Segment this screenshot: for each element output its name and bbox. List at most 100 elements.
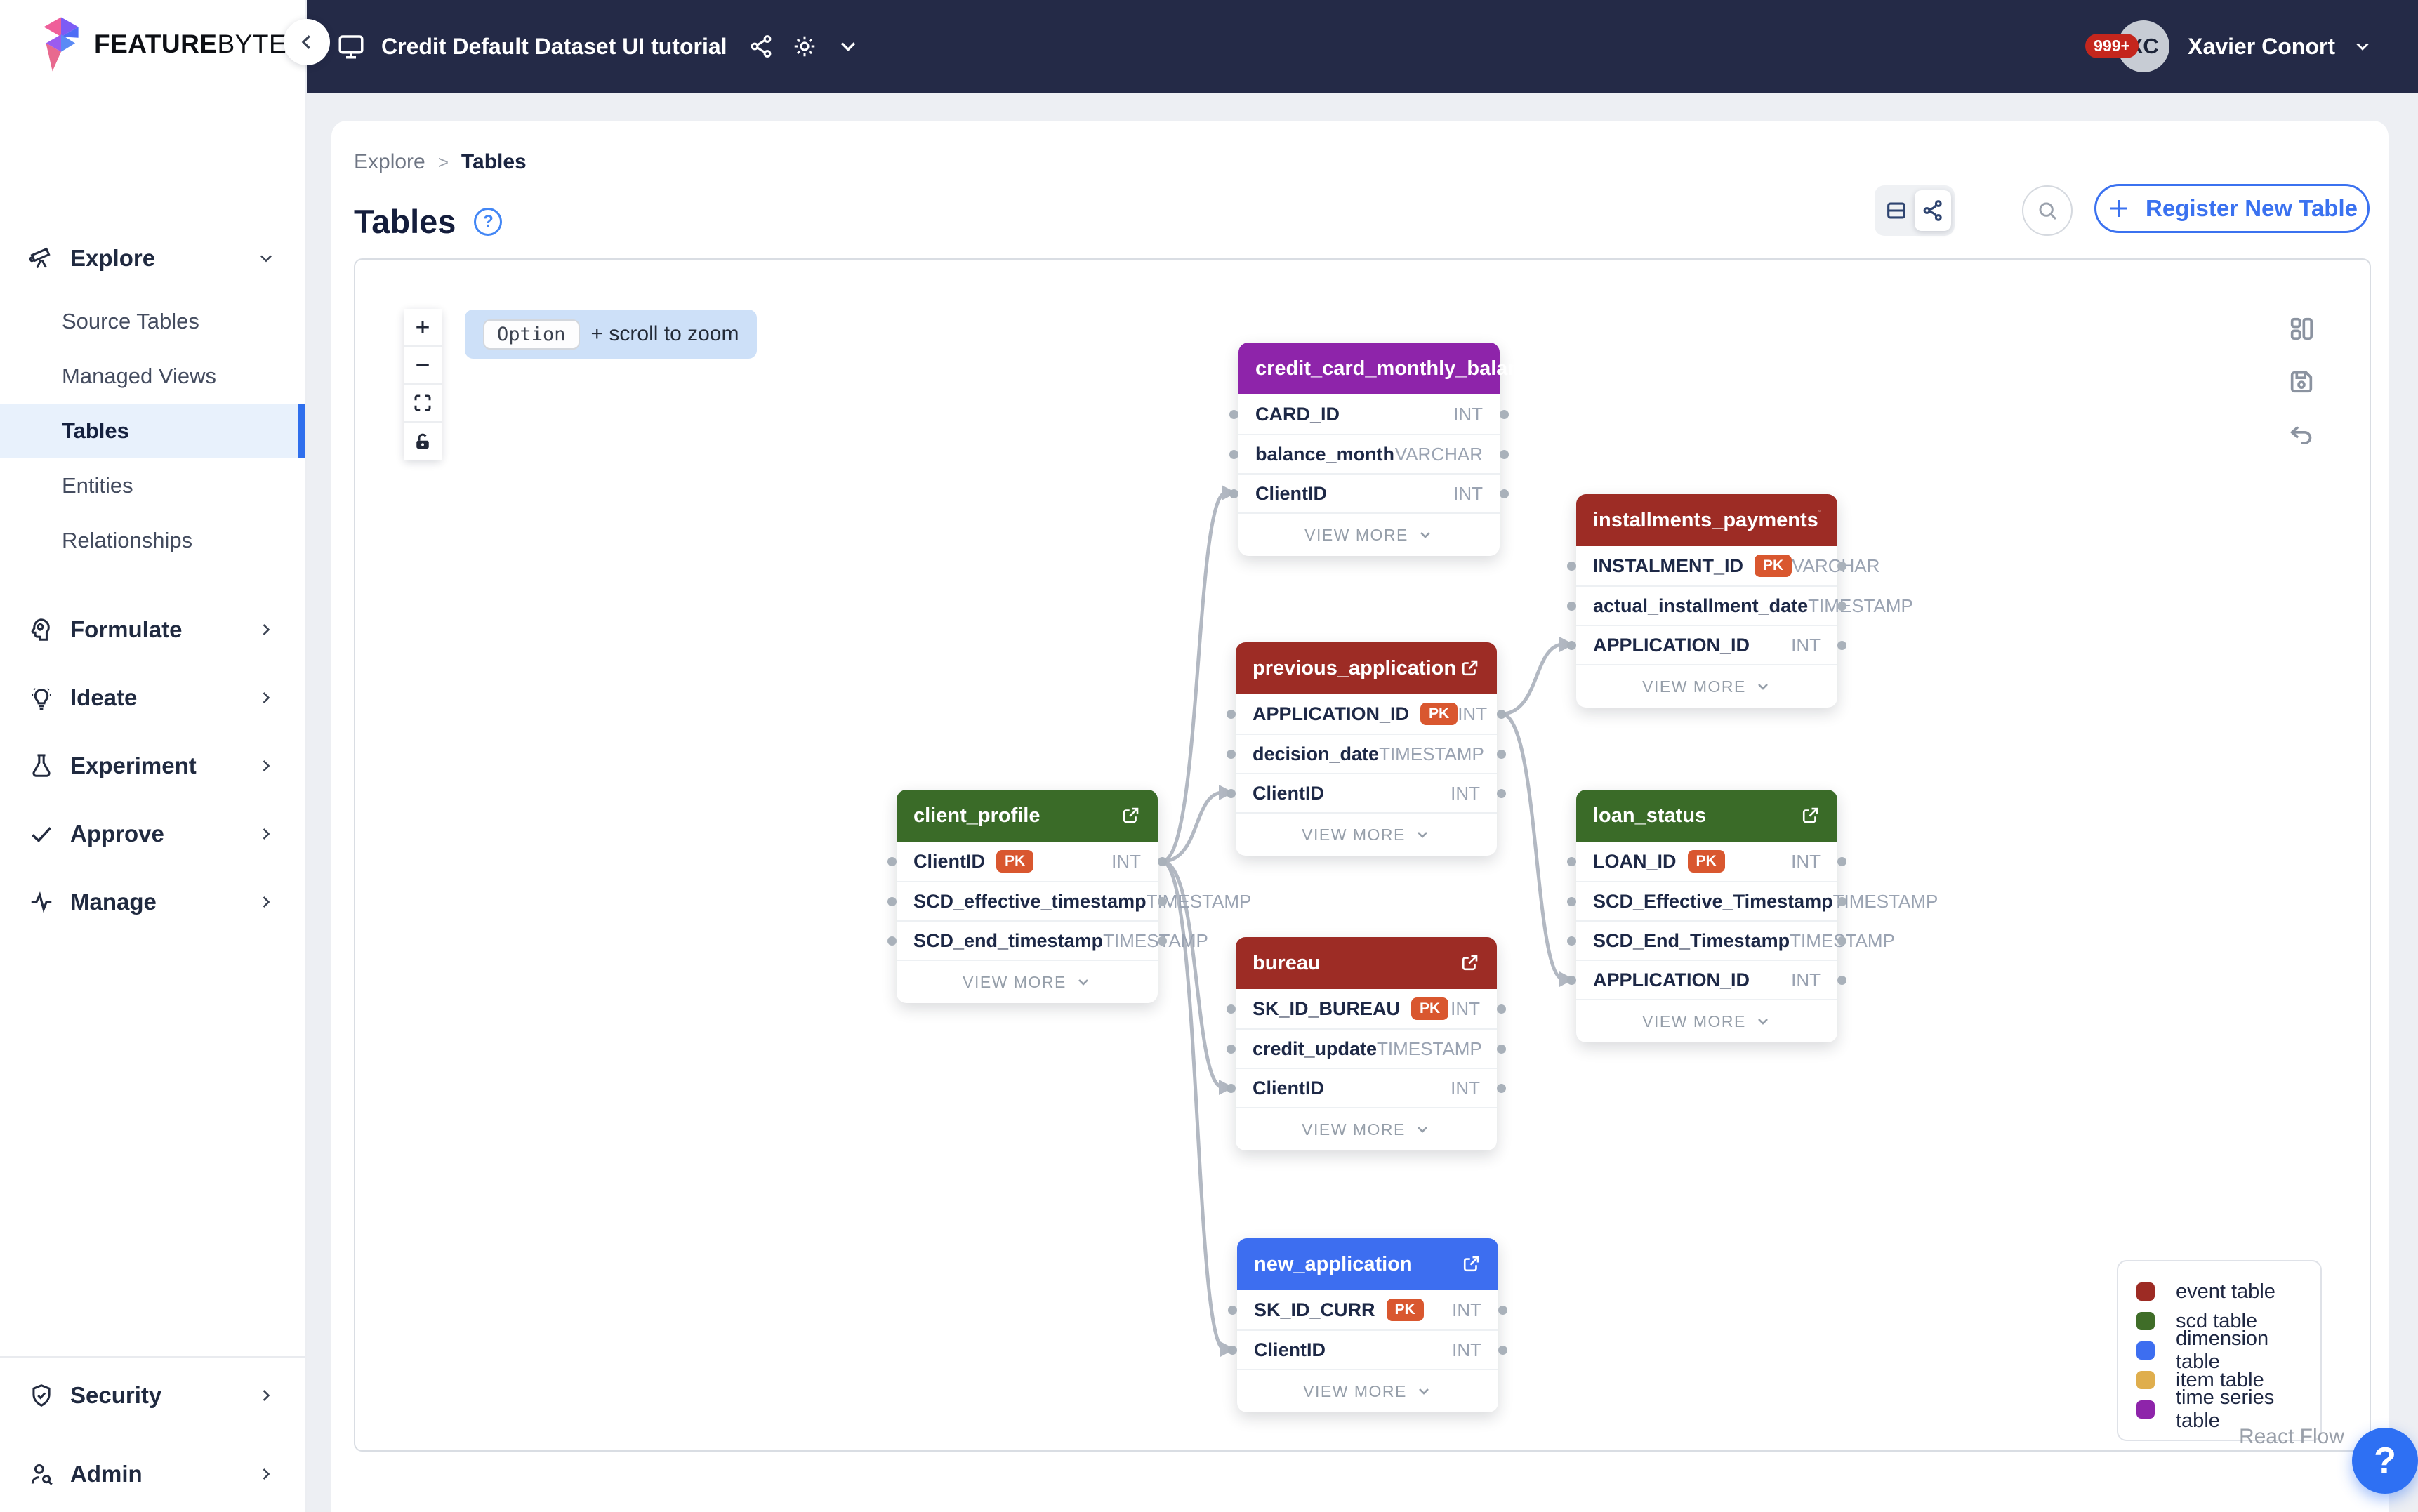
legend-label: dimension table bbox=[2176, 1327, 2302, 1374]
pk-badge: PK bbox=[1688, 850, 1725, 873]
collapse-sidebar-button[interactable] bbox=[284, 19, 330, 65]
table-node-client_profile[interactable]: client_profileClientIDPKINTSCD_effective… bbox=[897, 790, 1158, 1003]
zoom-hint: Option + scroll to zoom bbox=[465, 310, 757, 359]
table-view-button[interactable] bbox=[1878, 190, 1915, 231]
view-more-button[interactable]: VIEW MORE bbox=[1576, 999, 1837, 1042]
external-link-icon[interactable] bbox=[1459, 658, 1480, 679]
fit-view-button[interactable] bbox=[404, 385, 442, 423]
table-node-previous_application[interactable]: previous_applicationAPPLICATION_IDPKINTd… bbox=[1236, 642, 1497, 856]
external-link-icon[interactable] bbox=[1459, 953, 1480, 974]
view-more-button[interactable]: VIEW MORE bbox=[1236, 812, 1497, 856]
featurebyte-logo[interactable]: FEATUREBYTE bbox=[0, 0, 305, 73]
column-name: APPLICATION_ID bbox=[1253, 703, 1409, 725]
legend-item-event-table: event table bbox=[2136, 1277, 2302, 1306]
undo-icon[interactable] bbox=[2287, 421, 2315, 449]
sidebar-item-label: Experiment bbox=[70, 752, 197, 779]
submenu-explore: Source TablesManaged ViewsTablesEntities… bbox=[0, 294, 305, 568]
column-type: INT bbox=[1111, 851, 1141, 873]
tables-flow-canvas[interactable]: credit_card_monthly_balanceCARD_IDINTbal… bbox=[354, 258, 2371, 1452]
column-type: TIMESTAMP bbox=[1833, 891, 1938, 913]
react-flow-attribution[interactable]: React Flow bbox=[2239, 1425, 2344, 1449]
sidebar-item-experiment[interactable]: Experiment bbox=[0, 743, 305, 788]
search-button[interactable] bbox=[2022, 185, 2073, 236]
sidebar-item-label: Approve bbox=[70, 821, 164, 847]
node-header[interactable]: loan_status bbox=[1576, 790, 1837, 842]
sidebar-item-formulate[interactable]: Formulate bbox=[0, 607, 305, 652]
page-help-icon[interactable]: ? bbox=[474, 208, 502, 236]
breadcrumb-tables: Tables bbox=[461, 150, 527, 174]
lock-icon[interactable] bbox=[404, 423, 442, 460]
table-node-new_application[interactable]: new_applicationSK_ID_CURRPKINTClientIDIN… bbox=[1237, 1238, 1498, 1412]
column-type: TIMESTAMP bbox=[1147, 891, 1252, 913]
user-search-icon bbox=[28, 1461, 55, 1487]
table-node-bureau[interactable]: bureauSK_ID_BUREAUPKINTcredit_updateTIME… bbox=[1236, 937, 1497, 1150]
column-name: SK_ID_CURR bbox=[1254, 1299, 1375, 1321]
sidebar-item-label: Ideate bbox=[70, 684, 137, 711]
node-header[interactable]: installments_payments bbox=[1576, 494, 1837, 546]
sidebar-item-entities[interactable]: Entities bbox=[0, 458, 305, 513]
view-toggle bbox=[1875, 185, 1955, 236]
sidebar-item-label: Formulate bbox=[70, 616, 183, 643]
node-title: installments_payments bbox=[1593, 509, 1818, 532]
sidebar-item-manage[interactable]: Manage bbox=[0, 880, 305, 924]
register-new-table-button[interactable]: Register New Table bbox=[2094, 184, 2370, 233]
table-node-credit_card_monthly_balance[interactable]: credit_card_monthly_balanceCARD_IDINTbal… bbox=[1238, 343, 1500, 556]
table-node-loan_status[interactable]: loan_statusLOAN_IDPKINTSCD_Effective_Tim… bbox=[1576, 790, 1837, 1042]
notifications-badge: 999+ bbox=[2085, 34, 2139, 58]
external-link-icon[interactable] bbox=[1799, 805, 1821, 826]
node-title: previous_application bbox=[1253, 657, 1456, 680]
view-more-button[interactable]: VIEW MORE bbox=[1576, 664, 1837, 708]
sidebar-item-security[interactable]: Security bbox=[0, 1373, 305, 1418]
chevron-down-icon[interactable] bbox=[835, 34, 861, 59]
check-icon bbox=[28, 821, 55, 847]
sidebar-item-tables[interactable]: Tables bbox=[0, 404, 305, 458]
sidebar-item-explore[interactable]: Explore bbox=[0, 236, 305, 281]
sidebar-item-admin[interactable]: Admin bbox=[0, 1452, 305, 1497]
external-link-icon[interactable] bbox=[1818, 510, 1821, 531]
column-type: INT bbox=[1451, 998, 1480, 1020]
view-more-button[interactable]: VIEW MORE bbox=[1238, 512, 1500, 556]
graph-view-button[interactable] bbox=[1915, 190, 1951, 231]
column-row-ClientID: ClientIDINT bbox=[1236, 1068, 1497, 1107]
column-row-SCD_End_Timestamp: SCD_End_TimestampTIMESTAMP bbox=[1576, 920, 1837, 960]
column-type: INT bbox=[1791, 969, 1821, 991]
sidebar-item-label: Explore bbox=[70, 245, 155, 272]
view-more-button[interactable]: VIEW MORE bbox=[1236, 1107, 1497, 1150]
featurebyte-logo-icon bbox=[39, 16, 83, 72]
column-row-SK_ID_CURR: SK_ID_CURRPKINT bbox=[1237, 1290, 1498, 1329]
legend-item-time-series-table: time series table bbox=[2136, 1395, 2302, 1424]
pk-badge: PK bbox=[1755, 555, 1792, 577]
content-panel: Explore > Tables Tables ? Register New T… bbox=[331, 121, 2389, 1512]
view-more-button[interactable]: VIEW MORE bbox=[1237, 1369, 1498, 1412]
column-name: INSTALMENT_ID bbox=[1593, 555, 1743, 577]
gear-icon[interactable] bbox=[792, 34, 817, 59]
node-header[interactable]: client_profile bbox=[897, 790, 1158, 842]
user-menu-chevron-icon[interactable] bbox=[2352, 36, 2373, 57]
external-link-icon[interactable] bbox=[1460, 1254, 1481, 1275]
external-link-icon[interactable] bbox=[1120, 805, 1141, 826]
share-icon[interactable] bbox=[748, 34, 774, 59]
help-fab-button[interactable]: ? bbox=[2352, 1428, 2418, 1494]
node-header[interactable]: new_application bbox=[1237, 1238, 1498, 1290]
save-layout-icon[interactable] bbox=[2287, 368, 2315, 396]
telescope-icon bbox=[28, 245, 55, 272]
node-header[interactable]: bureau bbox=[1236, 937, 1497, 989]
sidebar-item-source-tables[interactable]: Source Tables bbox=[0, 294, 305, 349]
table-node-installments_payments[interactable]: installments_paymentsINSTALMENT_IDPKVARC… bbox=[1576, 494, 1837, 708]
column-row-SK_ID_BUREAU: SK_ID_BUREAUPKINT bbox=[1236, 989, 1497, 1028]
auto-layout-icon[interactable] bbox=[2287, 314, 2315, 343]
zoom-out-button[interactable] bbox=[404, 347, 442, 385]
breadcrumb-explore[interactable]: Explore bbox=[354, 150, 425, 174]
table-type-legend: event tablescd tabledimension tableitem … bbox=[2117, 1260, 2322, 1441]
column-name: CARD_ID bbox=[1255, 404, 1340, 425]
node-header[interactable]: credit_card_monthly_balance bbox=[1238, 343, 1500, 394]
sidebar-item-managed-views[interactable]: Managed Views bbox=[0, 349, 305, 404]
node-header[interactable]: previous_application bbox=[1236, 642, 1497, 694]
view-more-button[interactable]: VIEW MORE bbox=[897, 960, 1158, 1003]
zoom-in-button[interactable] bbox=[404, 309, 442, 347]
sidebar-item-relationships[interactable]: Relationships bbox=[0, 513, 305, 568]
sidebar-item-ideate[interactable]: Ideate bbox=[0, 675, 305, 720]
sidebar-item-approve[interactable]: Approve bbox=[0, 811, 305, 856]
column-row-APPLICATION_ID: APPLICATION_IDINT bbox=[1576, 625, 1837, 664]
column-type: INT bbox=[1791, 635, 1821, 656]
